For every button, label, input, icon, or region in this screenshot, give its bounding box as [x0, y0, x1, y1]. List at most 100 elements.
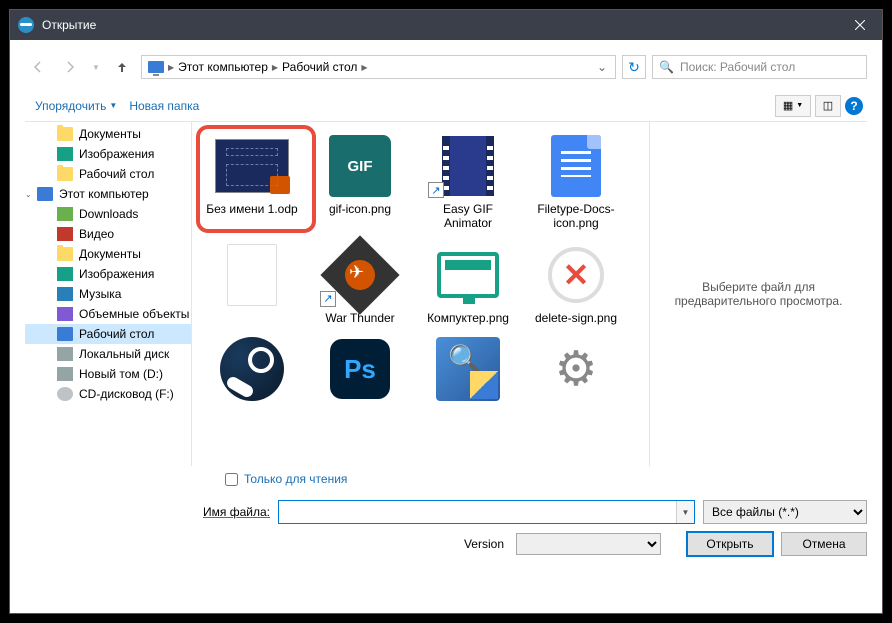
file-label: Easy GIF Animator [418, 202, 518, 231]
app-icon [18, 17, 34, 33]
file-item[interactable]: Компуктер.png [414, 237, 522, 331]
sidebar-item[interactable]: Изображения [25, 264, 191, 284]
preview-pane-button[interactable]: ◫ [815, 95, 841, 117]
readonly-label[interactable]: Только для чтения [244, 472, 347, 486]
filetype-select[interactable]: Все файлы (*.*) [703, 500, 867, 524]
shortcut-overlay-icon: ↗ [428, 182, 444, 198]
filename-label: Имя файла: [25, 505, 270, 519]
version-select[interactable] [516, 533, 661, 555]
sidebar-item-label: Объемные объекты [79, 307, 189, 321]
sidebar-item-label: Музыка [79, 287, 121, 301]
cancel-button[interactable]: Отмена [781, 532, 867, 556]
vid-icon-icon [57, 227, 73, 241]
refresh-button[interactable]: ↻ [622, 55, 646, 79]
readonly-checkbox[interactable] [225, 473, 238, 486]
pane-icon: ◫ [823, 99, 833, 112]
file-item[interactable]: ⚙ [522, 331, 630, 411]
pc-icon [148, 61, 164, 73]
sidebar-item[interactable]: CD-дисковод (F:) [25, 384, 191, 404]
file-label: delete-sign.png [535, 311, 617, 325]
file-item[interactable]: ✕delete-sign.png [522, 237, 630, 331]
sidebar-item[interactable]: ⌄ Этот компьютер [25, 184, 191, 204]
file-label: gif-icon.png [329, 202, 391, 216]
file-item[interactable]: GIF gif-icon.png [306, 128, 414, 237]
file-thumbnail: GIF [320, 134, 400, 198]
sidebar-item[interactable]: Рабочий стол [25, 164, 191, 184]
folder-icon [57, 247, 73, 261]
folder-icon [57, 167, 73, 181]
file-item[interactable]: ↗War Thunder [306, 237, 414, 331]
nav-up-button[interactable] [109, 54, 135, 80]
sidebar-item[interactable]: Downloads [25, 204, 191, 224]
dl-icon-icon [57, 207, 73, 221]
search-input[interactable]: 🔍 Поиск: Рабочий стол [652, 55, 867, 79]
breadcrumb-seg-pc[interactable]: Этот компьютер [174, 56, 272, 78]
tiles-icon: ▦ [783, 99, 793, 112]
sidebar-item-label: Этот компьютер [59, 187, 149, 201]
sidebar-item[interactable]: Новый том (D:) [25, 364, 191, 384]
open-button[interactable]: Открыть [687, 532, 773, 556]
new-folder-button[interactable]: Новая папка [123, 95, 205, 117]
file-thumbnail [212, 337, 292, 401]
close-button[interactable] [837, 10, 882, 40]
help-button[interactable]: ? [845, 97, 863, 115]
sidebar-item[interactable]: Документы [25, 124, 191, 144]
filename-dropdown[interactable]: ▼ [676, 501, 694, 523]
pic-icon-icon [57, 147, 73, 161]
file-thumbnail: ↗ [428, 134, 508, 198]
sidebar-item[interactable]: Изображения [25, 144, 191, 164]
sidebar-item-label: Изображения [79, 267, 154, 281]
file-item[interactable]: Без имени 1.odp [198, 128, 306, 237]
file-item[interactable] [414, 331, 522, 411]
search-icon: 🔍 [659, 60, 674, 74]
file-item[interactable]: ↗ Easy GIF Animator [414, 128, 522, 237]
breadcrumb-dropdown[interactable]: ⌄ [591, 60, 613, 74]
sidebar-item[interactable]: Локальный диск [25, 344, 191, 364]
file-item[interactable]: Filetype-Docs-icon.png [522, 128, 630, 237]
file-thumbnail [212, 243, 292, 307]
mus-icon-icon [57, 287, 73, 301]
obj-icon-icon [57, 307, 73, 321]
disk-icon-icon [57, 367, 73, 381]
window-title: Открытие [42, 18, 96, 32]
organize-menu[interactable]: Упорядочить▼ [29, 95, 123, 117]
sidebar-item-label: Документы [79, 247, 141, 261]
nav-back-button[interactable] [25, 54, 51, 80]
view-mode-button[interactable]: ▦▼ [775, 95, 811, 117]
sidebar-item[interactable]: Музыка [25, 284, 191, 304]
file-item[interactable] [198, 237, 306, 331]
file-thumbnail [428, 337, 508, 401]
sidebar-item[interactable]: Рабочий стол [25, 324, 191, 344]
file-thumbnail: ↗ [320, 243, 400, 307]
sidebar-item[interactable]: Документы [25, 244, 191, 264]
address-bar-row: ▼ ▶ Этот компьютер ▶ Рабочий стол ▶ ⌄ ↻ … [25, 50, 867, 84]
shortcut-overlay-icon: ↗ [320, 291, 336, 307]
sidebar-item-label: Downloads [79, 207, 138, 221]
expand-icon[interactable]: ⌄ [25, 190, 35, 199]
breadcrumb[interactable]: ▶ Этот компьютер ▶ Рабочий стол ▶ ⌄ [141, 55, 616, 79]
version-label: Version [464, 537, 504, 551]
file-list[interactable]: Без имени 1.odp GIF gif-icon.png ↗ Easy GIF … [192, 122, 649, 466]
file-item[interactable] [198, 331, 306, 411]
file-item[interactable]: Ps [306, 331, 414, 411]
nav-forward-button[interactable] [57, 54, 83, 80]
sidebar-item-label: Локальный диск [79, 347, 169, 361]
sidebar-item[interactable]: Объемные объекты [25, 304, 191, 324]
navigation-tree[interactable]: Документы Изображения Рабочий стол ⌄ Этот ко… [25, 122, 192, 466]
sidebar-item-label: Рабочий стол [79, 167, 154, 181]
nav-recent-dropdown[interactable]: ▼ [89, 54, 103, 80]
toolbar: Упорядочить▼ Новая папка ▦▼ ◫ ? [25, 90, 867, 122]
cd-icon-icon [57, 387, 73, 401]
file-open-dialog: Открытие ▼ ▶ Этот компьютер ▶ Рабочий ст… [10, 10, 882, 613]
sidebar-item-label: Видео [79, 227, 114, 241]
file-thumbnail [536, 134, 616, 198]
file-label: Filetype-Docs-icon.png [526, 202, 626, 231]
sidebar-item-label: Документы [79, 127, 141, 141]
titlebar: Открытие [10, 10, 882, 40]
filename-input[interactable]: ▼ [278, 500, 695, 524]
breadcrumb-seg-desktop[interactable]: Рабочий стол [278, 56, 361, 78]
file-label: Без имени 1.odp [206, 202, 297, 216]
sidebar-item-label: Новый том (D:) [79, 367, 163, 381]
sidebar-item[interactable]: Видео [25, 224, 191, 244]
folder-icon [57, 127, 73, 141]
